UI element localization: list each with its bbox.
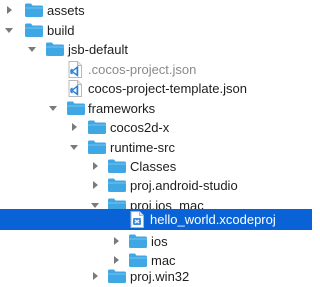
folder-icon xyxy=(24,2,44,18)
tree-row-label: proj.android-studio xyxy=(130,178,238,193)
tree-row-label: Classes xyxy=(130,159,177,174)
chevron-right-icon[interactable] xyxy=(111,236,121,246)
tree-row-label: runtime-src xyxy=(110,140,176,155)
tree-row-cocos-project-template-json[interactable]: cocos-project-template.json xyxy=(0,78,312,99)
tree-row-build[interactable]: build xyxy=(0,20,312,41)
tree-row-classes[interactable]: Classes xyxy=(0,156,312,177)
chevron-right-icon[interactable] xyxy=(111,255,121,265)
folder-icon xyxy=(128,233,148,249)
tree-row-ios[interactable]: ios xyxy=(0,231,312,252)
tree-row-cocos-project-json[interactable]: .cocos-project.json xyxy=(0,59,312,80)
folder-icon xyxy=(45,41,65,57)
chevron-right-icon[interactable] xyxy=(4,5,14,15)
tree-row-assets[interactable]: assets xyxy=(0,0,312,21)
vscode-file-icon xyxy=(68,80,82,97)
tree-row-jsb-default[interactable]: jsb-default xyxy=(0,39,312,60)
folder-icon xyxy=(87,119,107,135)
tree-row-proj-win32[interactable]: proj.win32 xyxy=(0,266,312,287)
folder-icon xyxy=(24,22,44,38)
tree-row-label: build xyxy=(47,23,75,38)
tree-row-label: hello_world.xcodeproj xyxy=(150,212,276,227)
tree-row-label: cocos-project-template.json xyxy=(88,81,247,96)
folder-icon xyxy=(107,268,127,284)
tree-row-label: jsb-default xyxy=(68,42,128,57)
chevron-down-icon[interactable] xyxy=(69,142,79,152)
tree-row-proj-android-studio[interactable]: proj.android-studio xyxy=(0,175,312,196)
file-tree: assets build jsb-default .cocos-project.… xyxy=(0,0,312,287)
chevron-down-icon[interactable] xyxy=(4,25,14,35)
chevron-right-icon[interactable] xyxy=(90,271,100,281)
folder-icon xyxy=(87,139,107,155)
tree-row-hello-world-xcodeproj[interactable]: hello_world.xcodeproj xyxy=(0,209,312,230)
tree-row-label: .cocos-project.json xyxy=(88,62,197,77)
tree-row-label: frameworks xyxy=(88,101,156,116)
tree-row-label: assets xyxy=(47,3,85,18)
tree-row-label: proj.win32 xyxy=(130,269,190,284)
folder-icon xyxy=(107,177,127,193)
vscode-file-icon xyxy=(68,61,82,78)
tree-row-label: cocos2d-x xyxy=(110,120,170,135)
chevron-down-icon[interactable] xyxy=(48,103,58,113)
tree-row-runtime-src[interactable]: runtime-src xyxy=(0,137,312,158)
tree-row-cocos2d-x[interactable]: cocos2d-x xyxy=(0,117,312,138)
chevron-down-icon[interactable] xyxy=(27,44,37,54)
tree-row-label: ios xyxy=(151,234,168,249)
chevron-right-icon[interactable] xyxy=(90,180,100,190)
chevron-right-icon[interactable] xyxy=(69,122,79,132)
xcode-project-icon xyxy=(130,211,144,228)
folder-icon xyxy=(66,100,86,116)
folder-icon xyxy=(107,158,127,174)
tree-row-frameworks[interactable]: frameworks xyxy=(0,98,312,119)
chevron-right-icon[interactable] xyxy=(90,161,100,171)
